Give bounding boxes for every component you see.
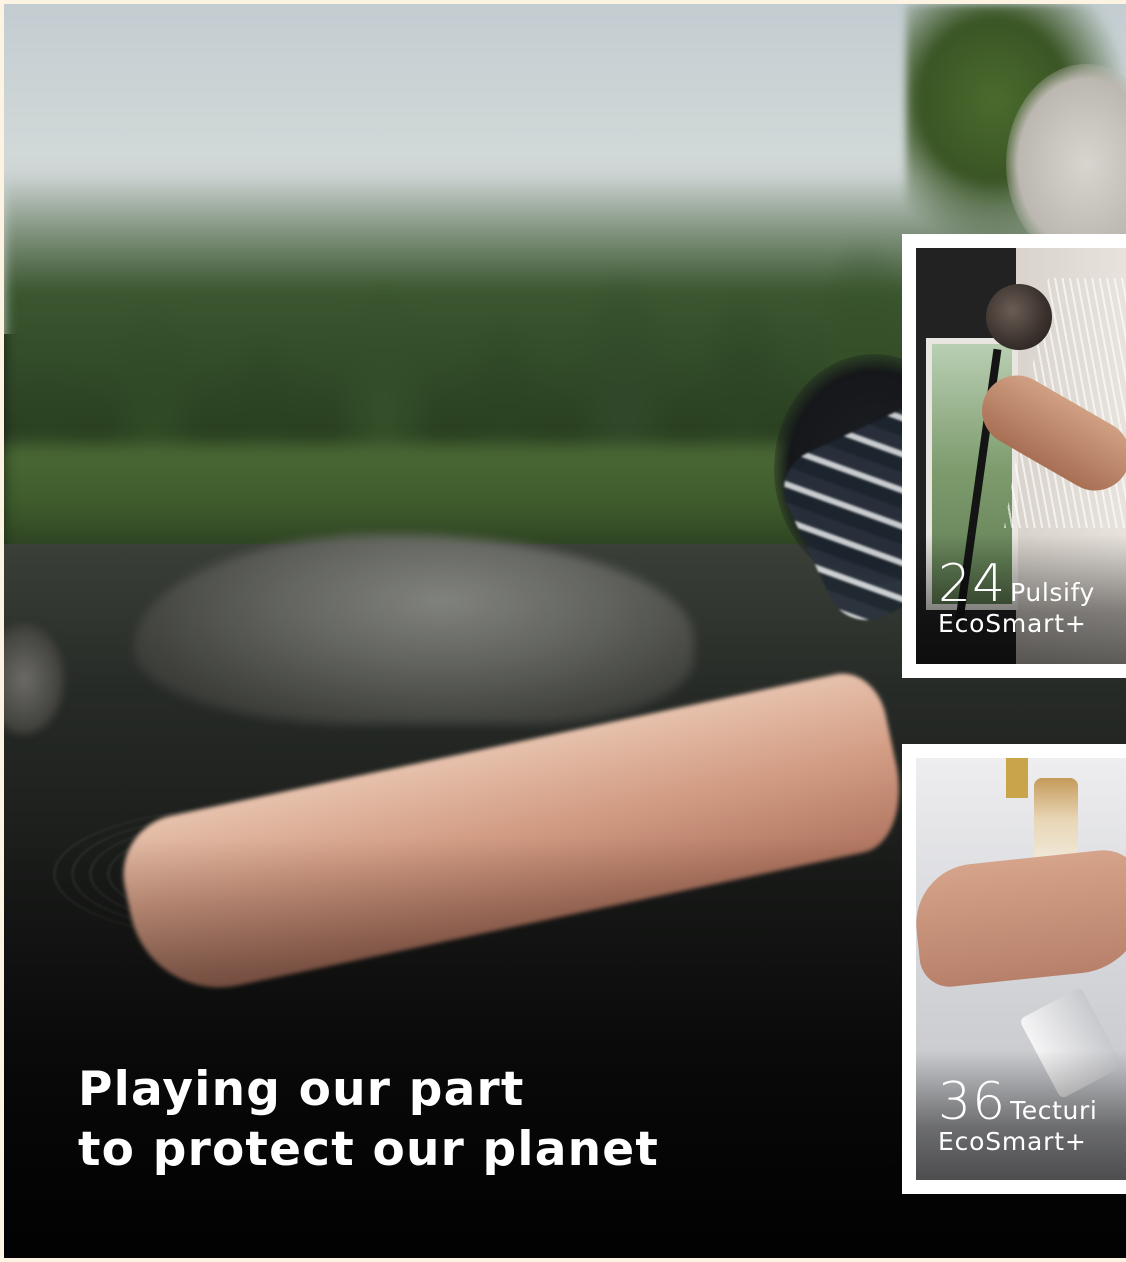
headline-line-1: Playing our part: [78, 1062, 525, 1117]
product-subtitle: EcoSmart+: [938, 609, 1087, 638]
product-card-pulsify[interactable]: 24 Pulsify EcoSmart+: [902, 234, 1126, 678]
page-number: 24: [938, 554, 1007, 614]
product-card-tecturis[interactable]: 36 Tecturi EcoSmart+: [902, 744, 1126, 1194]
page-number: 36: [938, 1072, 1007, 1132]
product-name: Tecturi: [1010, 1096, 1098, 1125]
shower-head: [986, 284, 1052, 350]
product-subtitle: EcoSmart+: [938, 1127, 1087, 1156]
product-name: Pulsify: [1010, 578, 1095, 607]
card-label: 24 Pulsify EcoSmart+: [938, 556, 1095, 638]
headline: Playing our part to protect our planet: [78, 1060, 659, 1180]
headline-line-2: to protect our planet: [78, 1122, 660, 1177]
card-label: 36 Tecturi EcoSmart+: [938, 1074, 1097, 1156]
brochure-page: Playing our part to protect our planet 2…: [4, 4, 1126, 1258]
